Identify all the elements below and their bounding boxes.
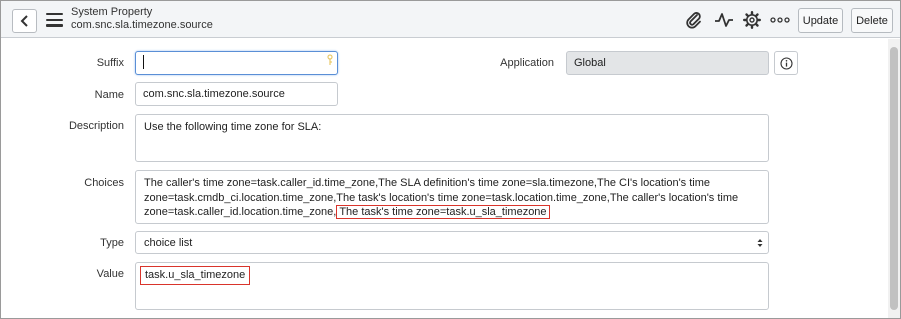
choices-label: Choices (84, 177, 124, 189)
chevron-left-icon (20, 15, 28, 27)
application-field: Global (566, 51, 769, 75)
value-textarea[interactable]: task.u_sla_timezone (135, 262, 769, 310)
description-textarea[interactable]: Use the following time zone for SLA: (135, 114, 769, 162)
form-window: System Property com.snc.sla.timezone.sou… (0, 0, 901, 319)
form-header: System Property com.snc.sla.timezone.sou… (1, 1, 900, 38)
highlighted-value: task.u_sla_timezone (140, 266, 251, 285)
record-type: System Property (71, 6, 153, 18)
name-input[interactable]: com.snc.sla.timezone.source (135, 82, 338, 106)
type-select[interactable]: choice list (135, 231, 769, 254)
suffix-input[interactable] (135, 51, 338, 75)
info-button[interactable] (774, 51, 798, 75)
activity-icon[interactable] (714, 11, 734, 29)
description-label: Description (68, 120, 124, 132)
more-options-icon[interactable] (770, 16, 790, 24)
choices-line-1: The caller's time zone=task.caller_id.ti… (144, 177, 711, 189)
select-arrows-icon (757, 239, 763, 247)
delete-button[interactable]: Delete (851, 8, 893, 33)
hamburger-menu-icon[interactable] (46, 13, 63, 27)
type-label: Type (100, 237, 124, 249)
paperclip-icon[interactable] (685, 11, 703, 29)
value-label: Value (96, 268, 124, 280)
application-label: Application (500, 57, 554, 69)
record-title: System Property com.snc.sla.timezone.sou… (71, 6, 213, 32)
choices-line-2: zone=task.cmdb_ci.location.time_zone,The… (144, 191, 739, 204)
highlighted-choice: The task's time zone=task.u_sla_timezone (336, 205, 550, 219)
choices-textarea[interactable]: The caller's time zone=task.caller_id.ti… (135, 170, 769, 224)
scrollbar-thumb[interactable] (890, 47, 898, 310)
name-label: Name (94, 89, 124, 101)
update-button[interactable]: Update (798, 8, 843, 33)
text-cursor (143, 55, 144, 70)
choices-line-3: zone=task.caller_id.location.time_zone, T… (144, 205, 760, 220)
info-icon (779, 56, 793, 70)
back-button[interactable] (12, 9, 37, 33)
suffix-label: Suffix (96, 57, 124, 69)
record-name: com.snc.sla.timezone.source (71, 19, 213, 31)
key-icon (327, 54, 333, 65)
gear-icon[interactable] (743, 11, 761, 29)
